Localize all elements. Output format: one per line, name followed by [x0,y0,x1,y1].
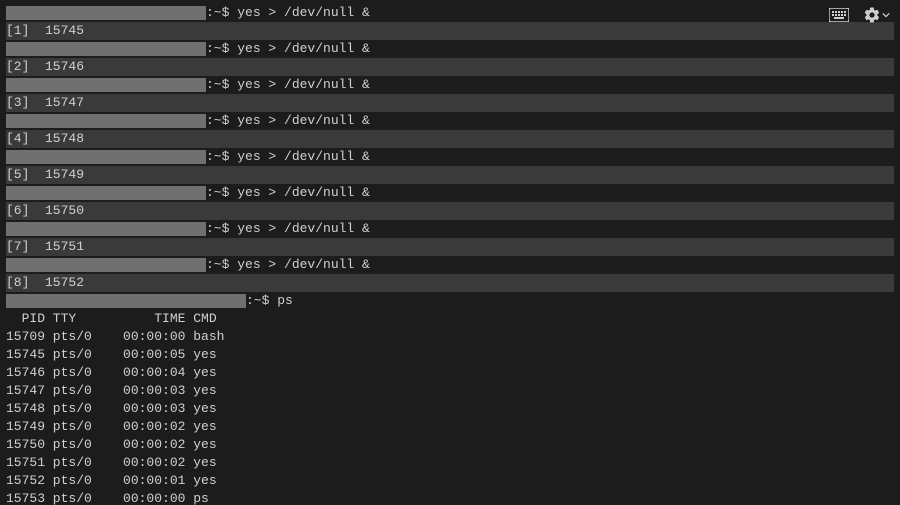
command-text: yes > /dev/null & [237,41,370,56]
prompt-separator: :~$ [206,5,237,20]
command-text: yes > /dev/null & [237,149,370,164]
prompt-separator: :~$ [206,257,237,272]
redacted-user-host [6,186,206,200]
ps-row: 15746 pts/0 00:00:04 yes [6,364,894,382]
ps-row: 15750 pts/0 00:00:02 yes [6,436,894,454]
job-output-line: [1] 15745 [6,22,894,40]
redacted-user-host [6,150,206,164]
command-text: yes > /dev/null & [237,113,370,128]
redacted-user-host [6,258,206,272]
redacted-user-host [6,78,206,92]
ps-row: 15748 pts/0 00:00:03 yes [6,400,894,418]
terminal-toolbar [829,6,890,24]
ps-row: 15752 pts/0 00:00:01 yes [6,472,894,490]
redacted-user-host [6,6,206,20]
command-text: yes > /dev/null & [237,77,370,92]
prompt-separator: :~$ [246,293,277,308]
ps-row: 15745 pts/0 00:00:05 yes [6,346,894,364]
settings-gear-icon[interactable] [863,6,890,24]
command-text: yes > /dev/null & [237,257,370,272]
ps-row: 15747 pts/0 00:00:03 yes [6,382,894,400]
terminal-output[interactable]: :~$ yes > /dev/null &[1] 15745:~$ yes > … [0,0,900,505]
prompt-separator: :~$ [206,41,237,56]
ps-row: 15749 pts/0 00:00:02 yes [6,418,894,436]
ps-header: PID TTY TIME CMD [6,311,217,326]
prompt-separator: :~$ [206,149,237,164]
job-output-line: [7] 15751 [6,238,894,256]
job-output-line: [3] 15747 [6,94,894,112]
prompt-separator: :~$ [206,221,237,236]
prompt-separator: :~$ [206,113,237,128]
redacted-user-host [6,42,206,56]
job-output-line: [2] 15746 [6,58,894,76]
ps-row: 15709 pts/0 00:00:00 bash [6,328,894,346]
command-text: yes > /dev/null & [237,5,370,20]
ps-row: 15751 pts/0 00:00:02 yes [6,454,894,472]
keyboard-icon[interactable] [829,8,849,22]
command-text: yes > /dev/null & [237,221,370,236]
redacted-user-host [6,294,246,308]
job-output-line: [6] 15750 [6,202,894,220]
job-output-line: [4] 15748 [6,130,894,148]
prompt-separator: :~$ [206,185,237,200]
command-text: yes > /dev/null & [237,185,370,200]
ps-row: 15753 pts/0 00:00:00 ps [6,490,894,505]
redacted-user-host [6,114,206,128]
command-text: ps [277,293,293,308]
prompt-separator: :~$ [206,77,237,92]
job-output-line: [5] 15749 [6,166,894,184]
redacted-user-host [6,222,206,236]
job-output-line: [8] 15752 [6,274,894,292]
